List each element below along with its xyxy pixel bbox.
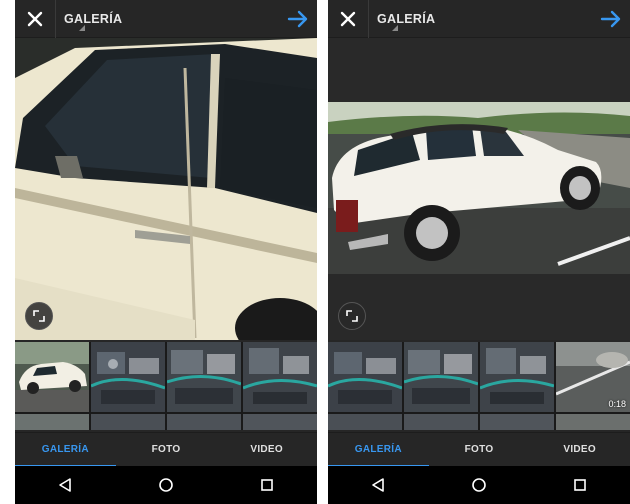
next-arrow-icon[interactable] (600, 9, 622, 29)
tab-photo[interactable]: FOTO (429, 433, 530, 466)
next-arrow-icon[interactable] (287, 9, 309, 29)
top-bar: GALERÍA (15, 0, 317, 38)
recents-icon[interactable] (255, 473, 279, 497)
android-nav-bar (328, 466, 630, 504)
thumbnail-engine[interactable] (328, 342, 402, 412)
mode-tabs: GALERÍA FOTO VIDEO (15, 432, 317, 467)
mode-tabs: GALERÍA FOTO VIDEO (328, 432, 630, 467)
back-icon[interactable] (366, 473, 390, 497)
photo-preview[interactable] (15, 38, 317, 340)
photo-preview[interactable] (328, 38, 630, 340)
phone-screen-left: GALERÍA GALERÍA FOTO VIDEO (15, 0, 317, 504)
tab-gallery[interactable]: GALERÍA (328, 433, 429, 467)
close-icon[interactable] (25, 9, 45, 29)
thumbnail-row-2[interactable] (480, 414, 554, 430)
close-icon[interactable] (338, 9, 358, 29)
expand-icon[interactable] (338, 302, 366, 330)
tab-video[interactable]: VIDEO (529, 433, 630, 466)
thumbnail-engine[interactable] (167, 342, 241, 412)
gallery-dropdown[interactable]: GALERÍA (368, 0, 435, 38)
thumbnail-video[interactable]: 0:18 (556, 342, 630, 412)
top-bar: GALERÍA (328, 0, 630, 38)
car-side-photo (328, 38, 630, 340)
dropdown-caret-icon (79, 25, 85, 31)
thumbnail-engine[interactable] (480, 342, 554, 412)
recents-icon[interactable] (568, 473, 592, 497)
thumbnail-car[interactable] (15, 342, 89, 412)
thumbnail-engine[interactable] (91, 342, 165, 412)
thumbnail-row-2[interactable] (15, 414, 89, 430)
thumbnail-engine[interactable] (404, 342, 478, 412)
thumbnail-row-2[interactable] (556, 414, 630, 430)
gallery-dropdown[interactable]: GALERÍA (55, 0, 122, 38)
expand-icon[interactable] (25, 302, 53, 330)
back-icon[interactable] (53, 473, 77, 497)
page-title: GALERÍA (377, 12, 436, 26)
thumbnail-row-2[interactable] (243, 414, 317, 430)
thumbnail-row-2[interactable] (328, 414, 402, 430)
thumbnail-row-2[interactable] (167, 414, 241, 430)
gallery-thumbnail-grid (15, 342, 317, 430)
thumbnail-row-2[interactable] (404, 414, 478, 430)
android-nav-bar (15, 466, 317, 504)
video-duration: 0:18 (608, 399, 626, 409)
tab-video[interactable]: VIDEO (216, 433, 317, 466)
page-title: GALERÍA (64, 12, 123, 26)
dropdown-caret-icon (392, 25, 398, 31)
thumbnail-engine[interactable] (243, 342, 317, 412)
home-icon[interactable] (154, 473, 178, 497)
tab-photo[interactable]: FOTO (116, 433, 217, 466)
car-closeup-photo (15, 38, 317, 340)
tab-gallery[interactable]: GALERÍA (15, 433, 116, 467)
home-icon[interactable] (467, 473, 491, 497)
gallery-thumbnail-grid: 0:18 (328, 342, 630, 430)
screenshot-stage: GALERÍA GALERÍA FOTO VIDEO GALERÍA 0:18 … (0, 0, 630, 504)
phone-screen-right: GALERÍA 0:18 GALERÍA FOTO VIDEO (328, 0, 630, 504)
thumbnail-row-2[interactable] (91, 414, 165, 430)
